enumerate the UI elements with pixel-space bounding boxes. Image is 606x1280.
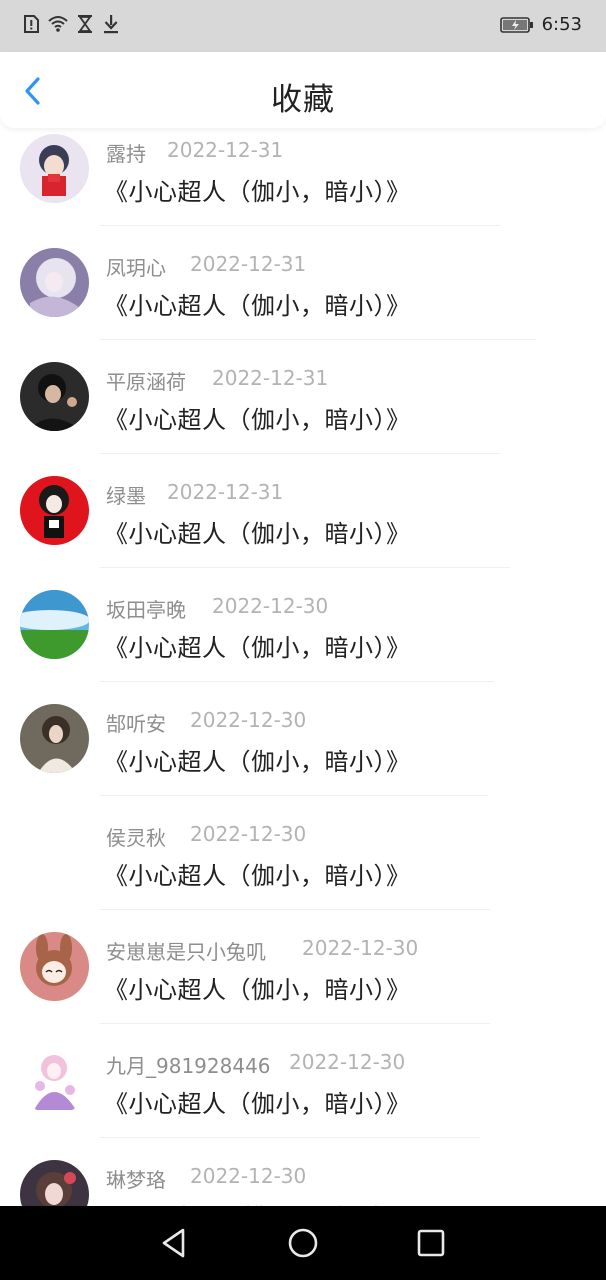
download-icon — [104, 15, 118, 34]
favorite-title: 《小心超人（伽小，暗小）》 — [104, 976, 411, 1004]
alert-icon — [24, 15, 39, 33]
hourglass-icon — [78, 15, 92, 33]
divider — [100, 1137, 480, 1138]
list-item[interactable]: 绿墨 2022-12-31 《小心超人（伽小，暗小）》 — [0, 470, 606, 584]
list-item[interactable]: 琳梦珞 2022-12-30 《小心超人（伽小，暗小）》 — [0, 1154, 606, 1206]
home-circle-icon[interactable] — [285, 1225, 321, 1261]
battery-icon — [499, 16, 533, 33]
favorites-list: 露持 2022-12-31 《小心超人（伽小，暗小）》 凤玥心 2022-12-… — [0, 128, 606, 1206]
post-date: 2022-12-30 — [190, 822, 307, 846]
list-item[interactable]: 凤玥心 2022-12-31 《小心超人（伽小，暗小）》 — [0, 242, 606, 356]
divider — [100, 681, 494, 682]
divider — [100, 339, 536, 340]
post-date: 2022-12-31 — [167, 480, 284, 504]
user-name: 郜听安 — [106, 712, 166, 736]
favorite-title: 《小心超人（伽小，暗小）》 — [104, 406, 411, 434]
status-icons-right: 6:53 — [499, 14, 582, 35]
favorite-title: 《小心超人（伽小，暗小）》 — [104, 862, 411, 890]
clock-time: 6:53 — [541, 14, 582, 35]
divider — [100, 795, 488, 796]
back-triangle-icon[interactable] — [156, 1225, 192, 1261]
user-name: 凤玥心 — [106, 256, 166, 280]
divider — [100, 909, 490, 910]
list-item[interactable]: 坂田亭晚 2022-12-30 《小心超人（伽小，暗小）》 — [0, 584, 606, 698]
post-date: 2022-12-31 — [212, 366, 329, 390]
user-name: 绿墨 — [106, 484, 146, 508]
app-header: 收藏 — [0, 52, 606, 128]
post-date: 2022-12-31 — [190, 252, 307, 276]
recents-square-icon[interactable] — [413, 1225, 449, 1261]
divider — [100, 453, 500, 454]
list-item[interactable]: 安崽崽是只小兔叽 2022-12-30 《小心超人（伽小，暗小）》 — [0, 926, 606, 1040]
list-item[interactable]: 九月_981928446 2022-12-30 《小心超人（伽小，暗小）》 — [0, 1040, 606, 1154]
post-date: 2022-12-30 — [190, 708, 307, 732]
avatar[interactable] — [20, 248, 89, 317]
avatar[interactable] — [20, 932, 89, 1001]
post-date: 2022-12-31 — [167, 138, 284, 162]
list-item[interactable]: 露持 2022-12-31 《小心超人（伽小，暗小）》 — [0, 128, 606, 242]
post-date: 2022-12-30 — [190, 1164, 307, 1188]
post-date: 2022-12-30 — [212, 594, 329, 618]
user-name: 九月_981928446 — [106, 1054, 271, 1078]
user-name: 露持 — [106, 142, 146, 166]
post-date: 2022-12-30 — [302, 936, 419, 960]
list-item[interactable]: 郜听安 2022-12-30 《小心超人（伽小，暗小）》 — [0, 698, 606, 812]
user-name: 安崽崽是只小兔叽 — [106, 940, 266, 964]
favorite-title: 《小心超人（伽小，暗小）》 — [104, 1090, 411, 1118]
list-item[interactable]: 侯灵秋 2022-12-30 《小心超人（伽小，暗小）》 — [0, 812, 606, 926]
avatar[interactable] — [20, 1046, 89, 1115]
divider — [100, 225, 500, 226]
user-name: 坂田亭晚 — [106, 598, 186, 622]
wifi-icon — [48, 16, 68, 32]
favorite-title: 《小心超人（伽小，暗小）》 — [104, 520, 411, 548]
avatar[interactable] — [20, 1160, 89, 1206]
favorite-title: 《小心超人（伽小，暗小）》 — [104, 178, 411, 206]
list-item[interactable]: 平原涵荷 2022-12-31 《小心超人（伽小，暗小）》 — [0, 356, 606, 470]
system-nav-bar — [0, 1206, 606, 1280]
avatar[interactable] — [20, 704, 89, 773]
avatar[interactable] — [20, 590, 89, 659]
divider — [100, 567, 510, 568]
page-title: 收藏 — [271, 82, 335, 118]
avatar[interactable] — [20, 362, 89, 431]
divider — [100, 1023, 490, 1024]
favorite-title: 《小心超人（伽小，暗小）》 — [104, 634, 411, 662]
favorite-title: 《小心超人（伽小，暗小）》 — [104, 748, 411, 776]
status-bar: 6:53 — [0, 0, 606, 52]
user-name: 琳梦珞 — [106, 1168, 166, 1192]
user-name: 侯灵秋 — [106, 826, 166, 850]
avatar[interactable] — [20, 476, 89, 545]
avatar[interactable] — [20, 134, 89, 203]
status-icons-left — [22, 14, 120, 34]
user-name: 平原涵荷 — [106, 370, 186, 394]
favorite-title: 《小心超人（伽小，暗小）》 — [104, 1198, 411, 1206]
post-date: 2022-12-30 — [289, 1050, 406, 1074]
favorite-title: 《小心超人（伽小，暗小）》 — [104, 292, 411, 320]
avatar[interactable] — [20, 818, 89, 887]
